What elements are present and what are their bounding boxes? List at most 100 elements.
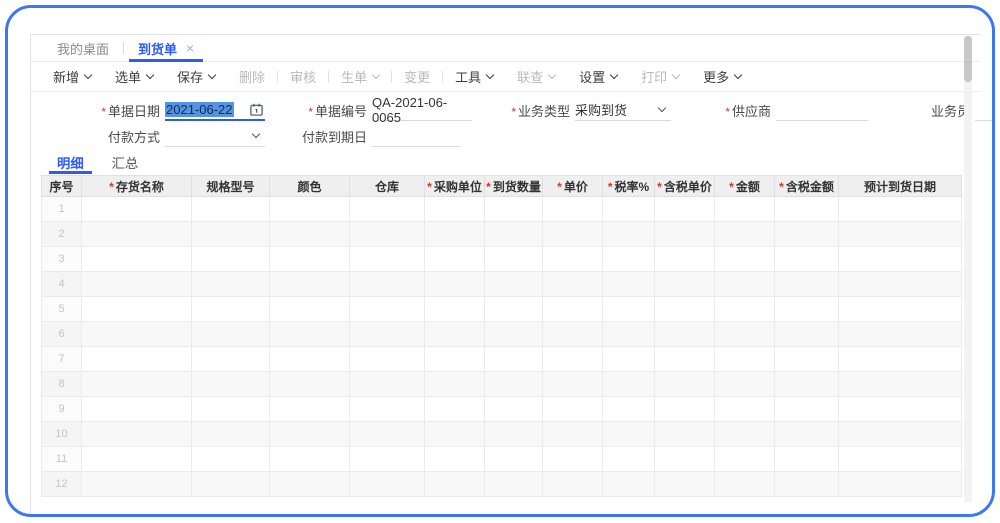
toolbar-button-select-doc[interactable]: 选单 xyxy=(103,62,165,91)
grid-cell[interactable] xyxy=(839,422,962,447)
grid-cell[interactable] xyxy=(715,247,775,272)
row-number-cell[interactable]: 1 xyxy=(42,197,82,222)
grid-cell[interactable] xyxy=(543,347,603,372)
grid-cell[interactable] xyxy=(603,222,655,247)
grid-cell[interactable] xyxy=(543,397,603,422)
grid-cell[interactable] xyxy=(82,272,192,297)
grid-cell[interactable] xyxy=(715,347,775,372)
grid-cell[interactable] xyxy=(603,297,655,322)
grid-cell[interactable] xyxy=(839,272,962,297)
grid-cell[interactable] xyxy=(839,297,962,322)
grid-cell[interactable] xyxy=(655,197,715,222)
grid-cell[interactable] xyxy=(775,222,839,247)
grid-cell[interactable] xyxy=(603,247,655,272)
grid-cell[interactable] xyxy=(543,322,603,347)
grid-cell[interactable] xyxy=(350,472,425,497)
scrollbar-thumb[interactable] xyxy=(964,36,972,82)
doc-date-input[interactable]: 2021-06-22 xyxy=(165,100,265,121)
grid-cell[interactable] xyxy=(425,272,485,297)
grid-cell[interactable] xyxy=(350,422,425,447)
toolbar-button-new[interactable]: 新增 xyxy=(41,62,103,91)
grid-cell[interactable] xyxy=(655,372,715,397)
row-number-cell[interactable]: 6 xyxy=(42,322,82,347)
grid-cell[interactable] xyxy=(775,197,839,222)
grid-cell[interactable] xyxy=(192,347,270,372)
grid-cell[interactable] xyxy=(543,247,603,272)
grid-cell[interactable] xyxy=(655,222,715,247)
grid-cell[interactable] xyxy=(350,297,425,322)
grid-cell[interactable] xyxy=(603,397,655,422)
grid-cell[interactable] xyxy=(715,197,775,222)
grid-cell[interactable] xyxy=(82,322,192,347)
grid-cell[interactable] xyxy=(270,422,350,447)
grid-cell[interactable] xyxy=(655,247,715,272)
grid-cell[interactable] xyxy=(839,372,962,397)
grid-cell[interactable] xyxy=(192,322,270,347)
supplier-input[interactable] xyxy=(776,100,868,121)
grid-cell[interactable] xyxy=(715,472,775,497)
grid-cell[interactable] xyxy=(350,372,425,397)
grid-cell[interactable] xyxy=(839,397,962,422)
grid-cell[interactable] xyxy=(715,222,775,247)
grid-cell[interactable] xyxy=(485,297,543,322)
grid-cell[interactable] xyxy=(655,447,715,472)
grid-cell[interactable] xyxy=(82,222,192,247)
grid-cell[interactable] xyxy=(82,397,192,422)
grid-cell[interactable] xyxy=(192,447,270,472)
grid-cell[interactable] xyxy=(655,422,715,447)
row-number-cell[interactable]: 9 xyxy=(42,397,82,422)
grid-cell[interactable] xyxy=(425,422,485,447)
grid-cell[interactable] xyxy=(543,197,603,222)
row-number-cell[interactable]: 10 xyxy=(42,422,82,447)
grid-cell[interactable] xyxy=(543,222,603,247)
grid-cell[interactable] xyxy=(543,472,603,497)
grid-cell[interactable] xyxy=(270,372,350,397)
grid-cell[interactable] xyxy=(715,422,775,447)
grid-cell[interactable] xyxy=(485,272,543,297)
grid-cell[interactable] xyxy=(350,322,425,347)
grid-cell[interactable] xyxy=(192,472,270,497)
grid-cell[interactable] xyxy=(425,347,485,372)
grid-cell[interactable] xyxy=(839,322,962,347)
row-number-cell[interactable]: 5 xyxy=(42,297,82,322)
grid-cell[interactable] xyxy=(775,322,839,347)
grid-cell[interactable] xyxy=(603,422,655,447)
grid-cell[interactable] xyxy=(775,297,839,322)
grid-cell[interactable] xyxy=(270,397,350,422)
grid-cell[interactable] xyxy=(192,197,270,222)
grid-cell[interactable] xyxy=(715,272,775,297)
pay-due-input[interactable] xyxy=(372,126,460,147)
grid-cell[interactable] xyxy=(603,347,655,372)
toolbar-button-settings[interactable]: 设置 xyxy=(567,62,629,91)
grid-cell[interactable] xyxy=(485,472,543,497)
grid-cell[interactable] xyxy=(270,447,350,472)
grid-cell[interactable] xyxy=(839,347,962,372)
close-icon[interactable]: × xyxy=(186,41,194,55)
salesperson-input[interactable] xyxy=(975,100,995,121)
grid-cell[interactable] xyxy=(655,322,715,347)
grid-cell[interactable] xyxy=(82,447,192,472)
grid-cell[interactable] xyxy=(715,372,775,397)
grid-cell[interactable] xyxy=(775,422,839,447)
grid-cell[interactable] xyxy=(603,322,655,347)
tab-detail[interactable]: 明细 xyxy=(47,149,94,175)
grid-cell[interactable] xyxy=(82,422,192,447)
grid-cell[interactable] xyxy=(270,472,350,497)
grid-cell[interactable] xyxy=(192,297,270,322)
grid-cell[interactable] xyxy=(543,372,603,397)
grid-cell[interactable] xyxy=(839,247,962,272)
grid-cell[interactable] xyxy=(543,272,603,297)
row-number-cell[interactable]: 2 xyxy=(42,222,82,247)
grid-cell[interactable] xyxy=(192,272,270,297)
grid-cell[interactable] xyxy=(485,397,543,422)
grid-cell[interactable] xyxy=(715,297,775,322)
biz-type-select[interactable]: 采购到货 xyxy=(575,100,671,121)
grid-cell[interactable] xyxy=(270,247,350,272)
grid-cell[interactable] xyxy=(543,422,603,447)
grid-cell[interactable] xyxy=(82,197,192,222)
grid-cell[interactable] xyxy=(603,472,655,497)
grid-cell[interactable] xyxy=(485,197,543,222)
grid-cell[interactable] xyxy=(655,397,715,422)
toolbar-button-tools[interactable]: 工具 xyxy=(443,62,505,91)
grid-cell[interactable] xyxy=(82,372,192,397)
